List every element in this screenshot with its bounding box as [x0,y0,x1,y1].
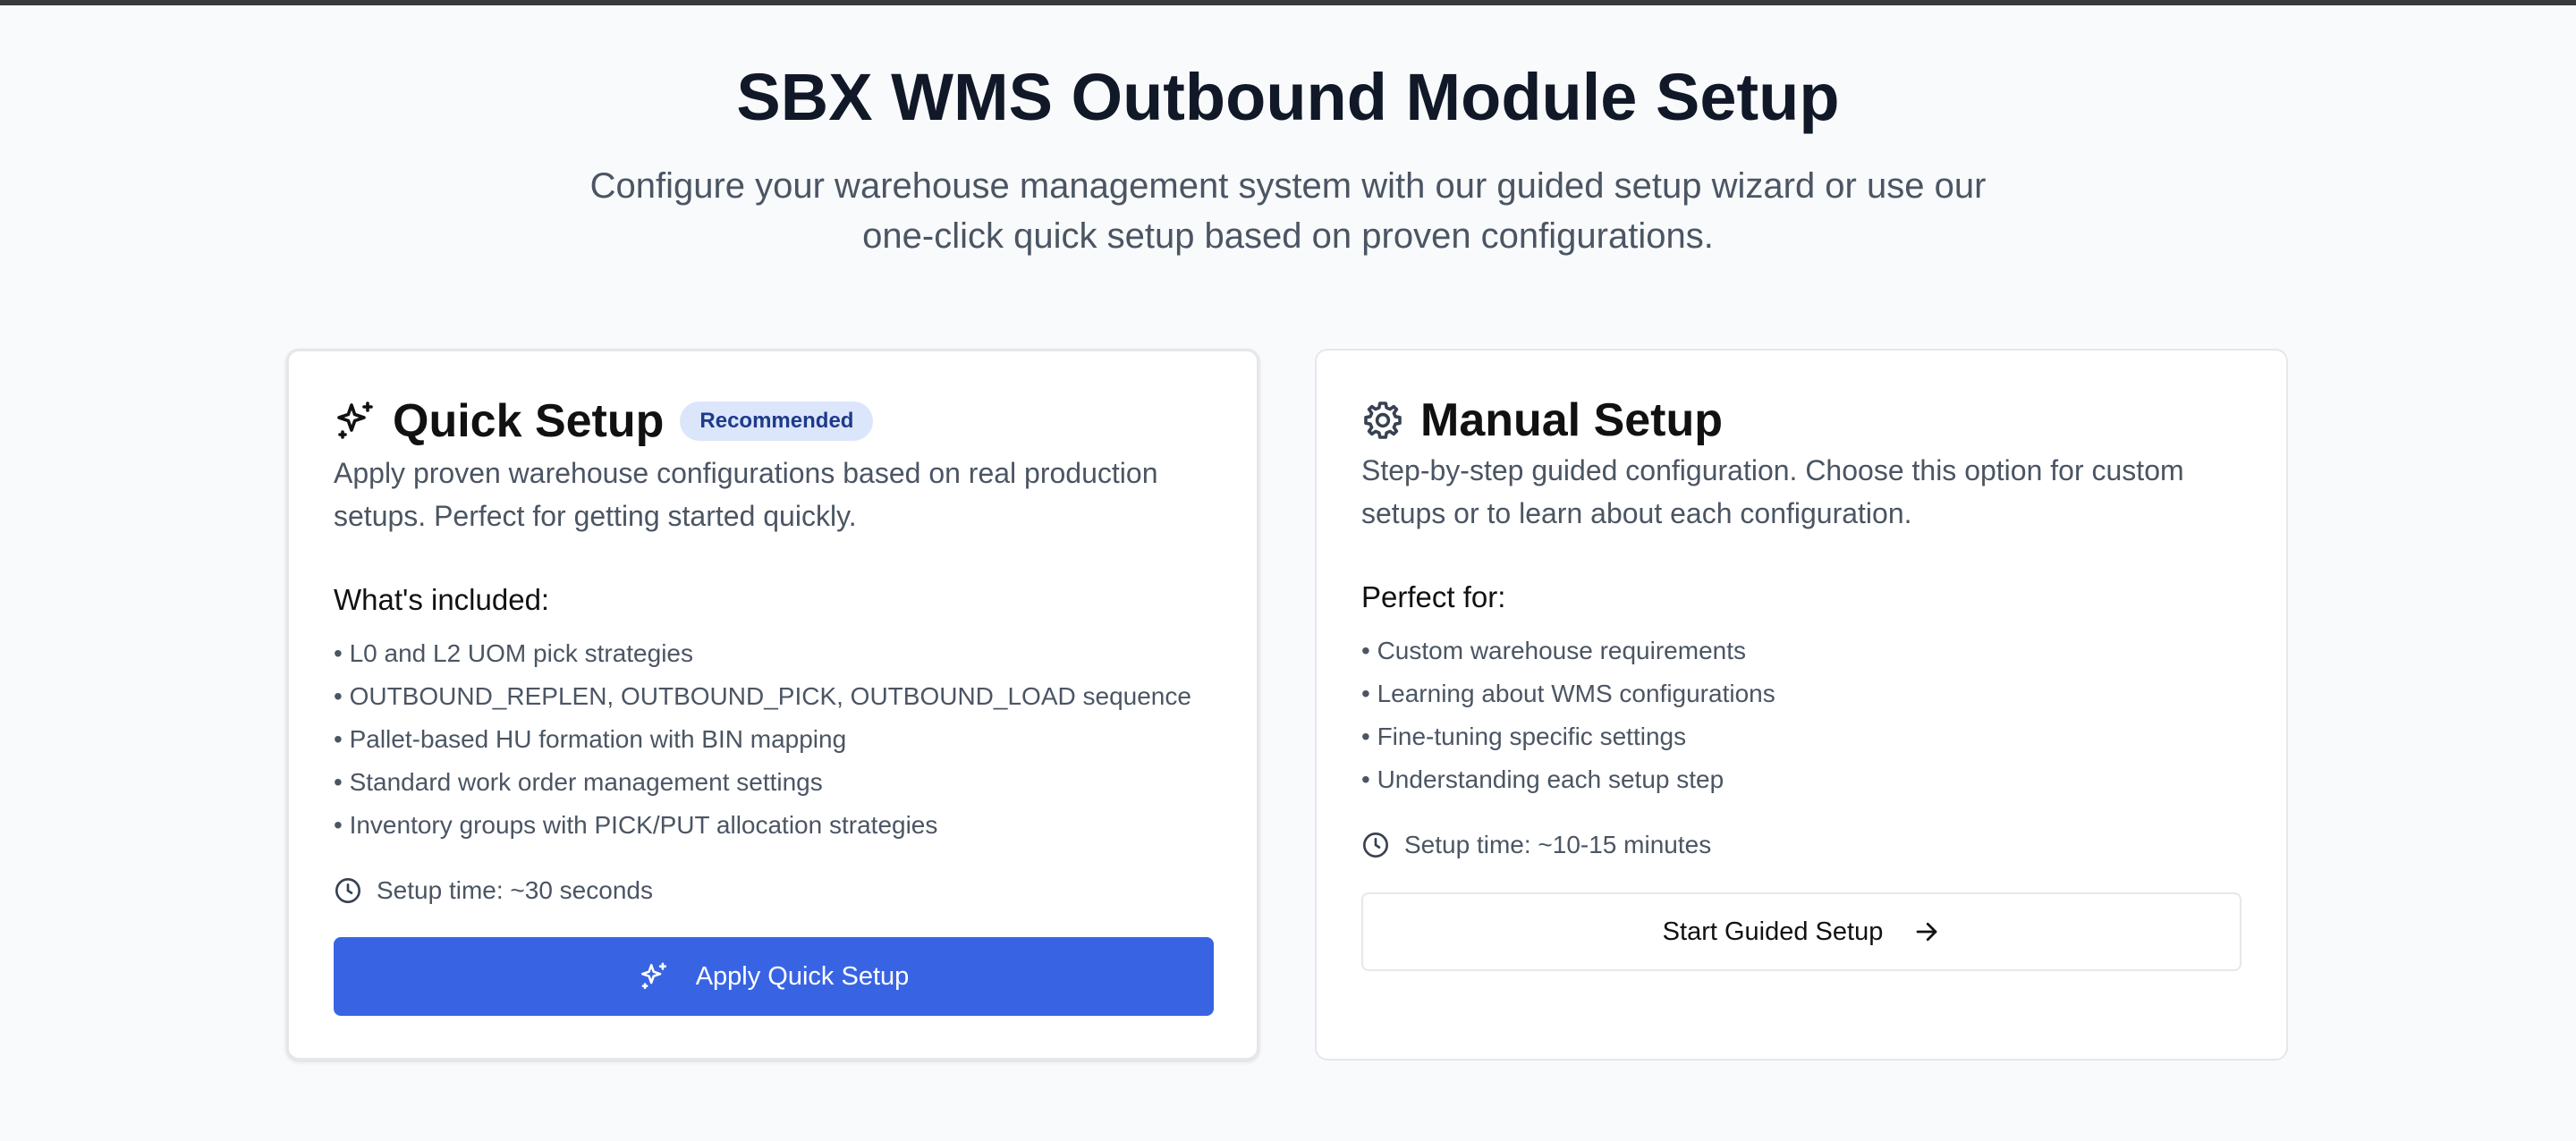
manual-setup-card[interactable]: Manual Setup Step-by-step guided configu… [1315,349,2288,1061]
list-item: • Fine-tuning specific settings [1361,723,1687,750]
manual-setup-description: Step-by-step guided configuration. Choos… [1361,454,2184,529]
recommended-badge: Recommended [680,401,874,441]
perfect-for-heading: Perfect for: [1361,580,1506,613]
manual-setup-header: Manual Setup [1361,388,1723,452]
quick-setup-time: Setup time: ~30 seconds [334,873,653,909]
manual-setup-time: Setup time: ~10-15 minutes [1361,827,1711,863]
start-guided-setup-button[interactable]: Start Guided Setup [1361,892,2241,971]
arrow-right-icon [1913,918,1940,945]
manual-setup-title: Manual Setup [1420,394,1724,446]
apply-quick-setup-label: Apply Quick Setup [695,961,910,991]
quick-setup-title: Quick Setup [393,395,665,447]
list-item: • Standard work order management setting… [334,768,823,796]
list-item: • Understanding each setup step [1361,765,1724,793]
whats-included-heading: What's included: [334,583,550,616]
quick-setup-description: Apply proven warehouse configurations ba… [334,457,1158,532]
list-item: • Pallet-based HU formation with BIN map… [334,725,847,753]
gear-icon [1361,399,1404,442]
setup-time-text: Setup time: ~30 seconds [377,876,653,904]
setup-time-text: Setup time: ~10-15 minutes [1404,831,1712,858]
list-item: • Inventory groups with PICK/PUT allocat… [334,811,938,839]
quick-setup-card[interactable]: Quick Setup Recommended Apply proven war… [286,349,1259,1061]
list-item: • Custom warehouse requirements [1361,637,1746,664]
page-title: SBX WMS Outbound Module Setup [736,60,1840,134]
list-item: • Learning about WMS configurations [1361,680,1775,707]
list-item: • L0 and L2 UOM pick strategies [334,639,693,667]
list-item: • OUTBOUND_REPLEN, OUTBOUND_PICK, OUTBOU… [334,682,1191,710]
sparkles-icon [334,400,377,443]
top-bar [0,0,2576,5]
quick-setup-header: Quick Setup Recommended [334,389,874,453]
clock-icon [334,876,362,905]
start-guided-setup-label: Start Guided Setup [1662,917,1884,946]
quick-setup-feature-list: • L0 and L2 UOM pick strategies • OUTBOU… [334,632,1228,847]
clock-icon [1361,831,1390,859]
apply-quick-setup-button[interactable]: Apply Quick Setup [334,937,1214,1016]
sparkles-icon [639,961,669,992]
page-subtitle: Configure your warehouse management syst… [589,166,1987,256]
manual-setup-feature-list: • Custom warehouse requirements • Learni… [1361,630,2256,801]
